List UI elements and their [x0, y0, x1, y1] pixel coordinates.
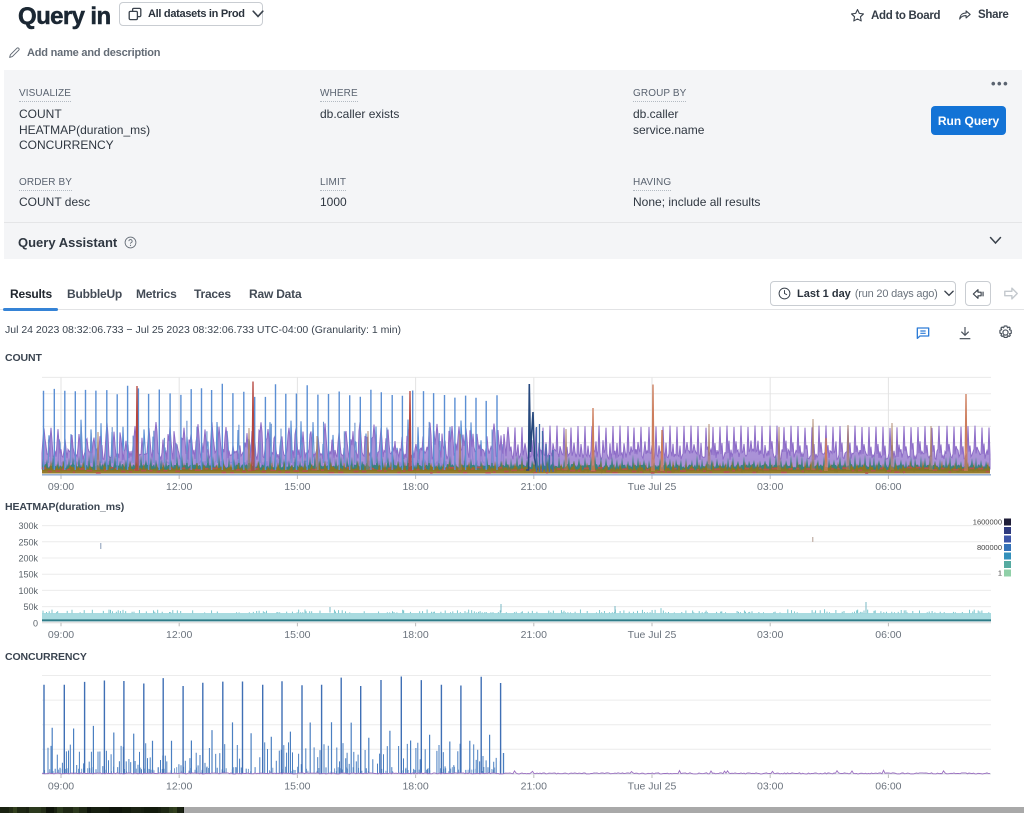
svg-text:06:00: 06:00 — [875, 629, 901, 641]
svg-text:18:00: 18:00 — [402, 481, 428, 493]
svg-text:09:00: 09:00 — [48, 481, 74, 493]
svg-text:15:00: 15:00 — [284, 781, 310, 793]
svg-text:21:00: 21:00 — [521, 481, 547, 493]
svg-text:1: 1 — [998, 569, 1002, 578]
svg-text:Tue Jul 25: Tue Jul 25 — [628, 629, 677, 641]
svg-text:21:00: 21:00 — [521, 781, 547, 793]
svg-text:06:00: 06:00 — [875, 481, 901, 493]
svg-text:250k: 250k — [18, 537, 38, 547]
svg-text:1600000: 1600000 — [973, 518, 1002, 527]
svg-text:03:00: 03:00 — [757, 481, 783, 493]
svg-text:12:00: 12:00 — [166, 629, 192, 641]
svg-text:18:00: 18:00 — [402, 629, 428, 641]
svg-text:15:00: 15:00 — [284, 481, 310, 493]
svg-text:12:00: 12:00 — [166, 781, 192, 793]
svg-text:03:00: 03:00 — [757, 629, 783, 641]
svg-text:09:00: 09:00 — [48, 781, 74, 793]
svg-text:09:00: 09:00 — [48, 629, 74, 641]
svg-text:0: 0 — [33, 618, 38, 628]
svg-text:150k: 150k — [18, 570, 38, 580]
svg-text:12:00: 12:00 — [166, 481, 192, 493]
svg-text:300k: 300k — [18, 521, 38, 531]
svg-text:Tue Jul 25: Tue Jul 25 — [628, 781, 677, 793]
svg-text:03:00: 03:00 — [757, 781, 783, 793]
svg-text:21:00: 21:00 — [521, 629, 547, 641]
svg-text:15:00: 15:00 — [284, 629, 310, 641]
svg-text:06:00: 06:00 — [875, 781, 901, 793]
svg-text:200k: 200k — [18, 554, 38, 564]
svg-text:50k: 50k — [23, 602, 38, 612]
svg-text:100k: 100k — [18, 586, 38, 596]
svg-text:Tue Jul 25: Tue Jul 25 — [628, 481, 677, 493]
svg-text:18:00: 18:00 — [402, 781, 428, 793]
svg-text:800000: 800000 — [977, 543, 1002, 552]
